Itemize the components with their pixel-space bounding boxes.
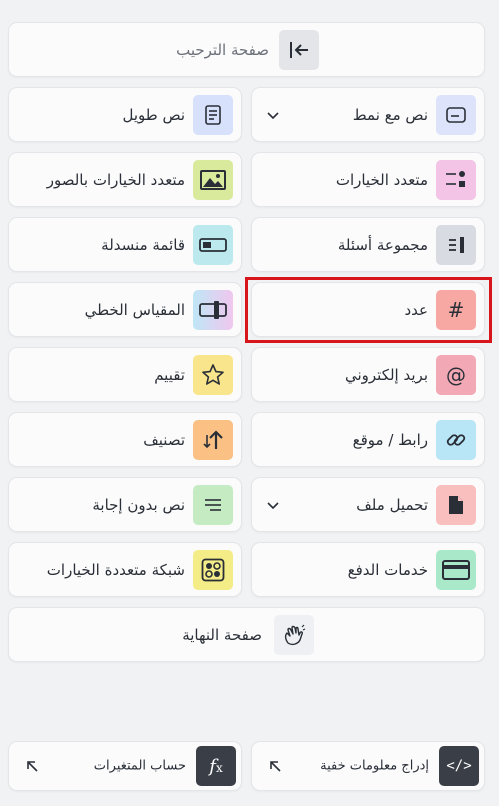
sort-icon xyxy=(193,419,233,460)
linear-scale-label: المقياس الخطي xyxy=(84,300,185,319)
ranking-button[interactable]: تصنيف xyxy=(8,412,242,467)
multiple-choice-button[interactable]: متعدد الخيارات xyxy=(251,152,485,207)
linear-scale-button[interactable]: المقياس الخطي xyxy=(8,282,242,337)
long-text-label: نص طويل xyxy=(122,105,185,124)
long-text-button[interactable]: نص طويل xyxy=(8,87,242,142)
image-icon xyxy=(193,159,233,200)
text-with-type-label: نص مع نمط xyxy=(352,105,428,124)
link-icon xyxy=(436,419,476,460)
image-multiple-choice-button[interactable]: متعدد الخيارات بالصور xyxy=(8,152,242,207)
wave-icon xyxy=(274,614,314,655)
choice-icon xyxy=(436,159,476,200)
at-icon: @ xyxy=(436,354,476,395)
hidden-info-button[interactable]: </> إدراج معلومات خفية xyxy=(251,741,485,791)
chevron-down-icon[interactable] xyxy=(266,108,280,122)
file-upload-button[interactable]: تحميل ملف xyxy=(251,477,485,532)
payment-button[interactable]: خدمات الدفع xyxy=(251,542,485,597)
welcome-page-button[interactable]: صفحة الترحيب xyxy=(8,22,485,77)
star-icon xyxy=(193,354,233,395)
variables-label: حساب المتغيرات xyxy=(93,758,186,774)
multiple-choice-grid-button[interactable]: شبكة متعددة الخيارات xyxy=(8,542,242,597)
lines-icon xyxy=(193,484,233,525)
dropdown-icon xyxy=(193,224,233,265)
url-label: رابط / موقع xyxy=(352,430,428,449)
card-icon xyxy=(436,549,476,590)
email-label: بريد إلكتروني xyxy=(344,365,428,384)
multiple-choice-label: متعدد الخيارات xyxy=(335,170,428,189)
group-icon xyxy=(436,224,476,265)
document-icon xyxy=(193,94,233,135)
end-page-button[interactable]: صفحة النهاية xyxy=(8,607,485,662)
ranking-label: تصنيف xyxy=(143,430,185,449)
variables-button[interactable]: fx حساب المتغيرات xyxy=(8,741,242,791)
no-answer-text-label: نص بدون إجابة xyxy=(92,495,185,514)
hidden-info-label: إدراج معلومات خفية xyxy=(320,758,429,774)
file-icon xyxy=(436,484,476,525)
email-button[interactable]: @ بريد إلكتروني xyxy=(251,347,485,402)
text-with-type-button[interactable]: نص مع نمط xyxy=(251,87,485,142)
image-multiple-choice-label: متعدد الخيارات بالصور xyxy=(46,170,185,189)
welcome-page-label: صفحة الترحيب xyxy=(176,40,269,59)
question-group-button[interactable]: مجموعة أسئلة xyxy=(251,217,485,272)
function-icon: fx xyxy=(196,746,236,786)
dropdown-button[interactable]: قائمة منسدلة xyxy=(8,217,242,272)
end-page-label: صفحة النهاية xyxy=(182,625,262,644)
no-answer-text-button[interactable]: نص بدون إجابة xyxy=(8,477,242,532)
url-button[interactable]: رابط / موقع xyxy=(251,412,485,467)
payment-label: خدمات الدفع xyxy=(347,560,428,579)
arrow-up-left-icon xyxy=(27,761,38,772)
selection-highlight xyxy=(245,277,492,343)
collapse-left-icon xyxy=(279,29,319,70)
rating-button[interactable]: تقييم xyxy=(8,347,242,402)
slider-icon xyxy=(193,289,233,330)
code-icon: </> xyxy=(439,746,479,786)
multiple-choice-grid-label: شبكة متعددة الخيارات xyxy=(46,560,185,579)
rating-label: تقييم xyxy=(154,365,185,384)
grid-icon xyxy=(193,549,233,590)
chevron-down-icon[interactable] xyxy=(266,498,280,512)
dropdown-label: قائمة منسدلة xyxy=(101,235,185,254)
arrow-up-left-icon xyxy=(270,761,281,772)
file-upload-label: تحميل ملف xyxy=(356,495,428,514)
text-field-icon xyxy=(436,94,476,135)
question-group-label: مجموعة أسئلة xyxy=(337,235,428,254)
